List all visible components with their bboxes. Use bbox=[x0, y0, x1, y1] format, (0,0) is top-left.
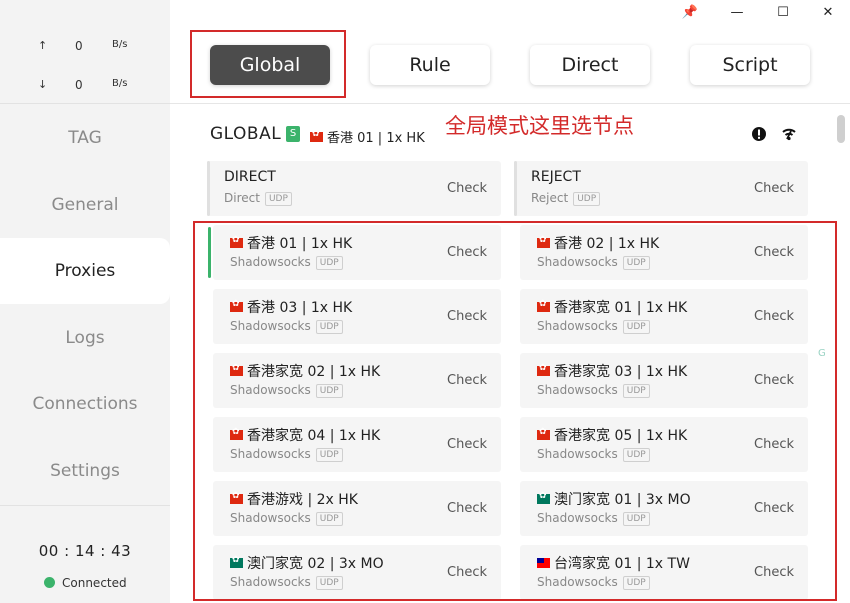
proxy-card-direct[interactable]: DIRECT Direct UDP Check bbox=[207, 161, 501, 216]
upload-value: 0 bbox=[75, 39, 83, 53]
proxy-type: Reject UDP bbox=[531, 191, 601, 206]
status-dot-icon bbox=[44, 577, 55, 588]
udp-badge: UDP bbox=[264, 192, 292, 206]
proxy-name: REJECT bbox=[531, 169, 581, 185]
proxy-name: DIRECT bbox=[224, 169, 276, 185]
group-current-label: 香港 01 | 1x HK bbox=[327, 131, 425, 146]
sidebar-item-tag[interactable]: TAG bbox=[0, 105, 170, 171]
hk-flag-icon bbox=[310, 129, 323, 142]
mode-rule-button[interactable]: Rule bbox=[370, 45, 490, 85]
minimize-button[interactable]: — bbox=[722, 3, 752, 23]
sidebar-item-proxies[interactable]: Proxies bbox=[0, 238, 170, 304]
mode-direct-button[interactable]: Direct bbox=[530, 45, 650, 85]
mode-script-button[interactable]: Script bbox=[690, 45, 810, 85]
sidebar: ↑ 0 B/s ↓ 0 B/s TAG General Proxies Logs… bbox=[0, 0, 170, 603]
proxy-card-reject[interactable]: REJECT Reject UDP Check bbox=[514, 161, 808, 216]
scrollbar-thumb[interactable] bbox=[837, 115, 845, 143]
udp-badge: UDP bbox=[573, 192, 601, 206]
status-panel: 00 : 14 : 43 Connected bbox=[0, 505, 170, 603]
maximize-button[interactable]: ☐ bbox=[768, 3, 798, 23]
sidebar-item-settings[interactable]: Settings bbox=[0, 438, 170, 504]
connection-label: Connected bbox=[62, 576, 127, 590]
group-type-badge: S bbox=[286, 126, 300, 142]
connection-status: Connected bbox=[44, 576, 127, 590]
upload-arrow-icon: ↑ bbox=[38, 39, 48, 52]
upload-speed: ↑ 0 B/s bbox=[0, 39, 170, 59]
uptime-timer: 00 : 14 : 43 bbox=[38, 542, 132, 560]
check-button[interactable]: Check bbox=[447, 181, 487, 196]
group-name: GLOBAL bbox=[210, 124, 282, 144]
group-current-proxy: 香港 01 | 1x HK bbox=[310, 127, 425, 146]
proxy-type: Direct UDP bbox=[224, 191, 292, 206]
title-bar: 📌 — ☐ ✕ bbox=[170, 0, 850, 26]
sidebar-item-logs[interactable]: Logs bbox=[0, 305, 170, 371]
side-letter: G bbox=[818, 348, 826, 359]
card-indicator bbox=[514, 161, 517, 216]
proxy-type-label: Reject bbox=[531, 191, 569, 205]
pin-icon[interactable]: 📌 bbox=[675, 3, 705, 23]
sidebar-item-connections[interactable]: Connections bbox=[0, 371, 170, 437]
download-unit: B/s bbox=[112, 78, 128, 89]
card-indicator bbox=[207, 161, 210, 216]
traffic-panel: ↑ 0 B/s ↓ 0 B/s bbox=[0, 26, 170, 104]
download-value: 0 bbox=[75, 78, 83, 92]
proxy-type-label: Direct bbox=[224, 191, 260, 205]
highlight-box-nodes bbox=[193, 221, 837, 601]
sidebar-item-general[interactable]: General bbox=[0, 172, 170, 238]
speed-test-icon[interactable] bbox=[781, 126, 797, 142]
info-icon[interactable] bbox=[751, 126, 767, 142]
check-button[interactable]: Check bbox=[754, 181, 794, 196]
close-button[interactable]: ✕ bbox=[813, 3, 843, 23]
download-arrow-icon: ↓ bbox=[38, 78, 48, 91]
upload-unit: B/s bbox=[112, 39, 128, 50]
download-speed: ↓ 0 B/s bbox=[0, 78, 170, 98]
annotation-text: 全局模式这里选节点 bbox=[445, 114, 634, 138]
highlight-box-global bbox=[190, 30, 346, 98]
